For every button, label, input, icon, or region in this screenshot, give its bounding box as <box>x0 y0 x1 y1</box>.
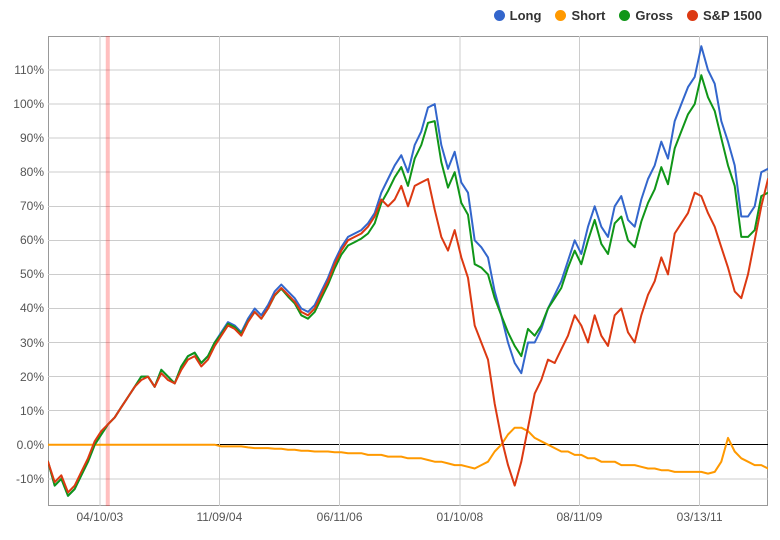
legend-swatch-icon <box>687 10 698 21</box>
y-tick-label: 60% <box>0 233 44 247</box>
chart-legend: Long Short Gross S&P 1500 <box>494 8 762 23</box>
y-tick-label: 90% <box>0 131 44 145</box>
y-tick-label: 40% <box>0 301 44 315</box>
y-tick-label: 50% <box>0 267 44 281</box>
series-line <box>48 428 768 474</box>
x-tick-label: 04/10/03 <box>76 510 123 524</box>
legend-item[interactable]: Gross <box>619 8 673 23</box>
plot-svg <box>48 36 768 506</box>
line-chart: Long Short Gross S&P 1500 -10% 0.0% 10% 20% 30%… <box>0 0 780 540</box>
x-tick-label: 03/13/11 <box>677 510 723 524</box>
legend-swatch-icon <box>619 10 630 21</box>
y-tick-label: 30% <box>0 336 44 350</box>
legend-label: S&P 1500 <box>703 8 762 23</box>
y-tick-label: 80% <box>0 165 44 179</box>
x-tick-label: 06/11/06 <box>317 510 363 524</box>
series-line <box>48 46 768 496</box>
legend-label: Gross <box>635 8 673 23</box>
legend-label: Long <box>510 8 542 23</box>
y-tick-label: -10% <box>0 472 44 486</box>
legend-item[interactable]: Long <box>494 8 542 23</box>
plot-area[interactable] <box>48 36 768 506</box>
y-tick-label: 20% <box>0 370 44 384</box>
x-tick-label: 08/11/09 <box>556 510 602 524</box>
y-tick-label: 70% <box>0 199 44 213</box>
legend-swatch-icon <box>555 10 566 21</box>
legend-item[interactable]: Short <box>555 8 605 23</box>
legend-label: Short <box>571 8 605 23</box>
legend-swatch-icon <box>494 10 505 21</box>
y-tick-label: 10% <box>0 404 44 418</box>
y-tick-label: 0.0% <box>0 438 44 452</box>
y-tick-label: 100% <box>0 97 44 111</box>
x-tick-label: 11/09/04 <box>196 510 242 524</box>
y-tick-label: 110% <box>0 63 44 77</box>
legend-item[interactable]: S&P 1500 <box>687 8 762 23</box>
x-tick-label: 01/10/08 <box>436 510 483 524</box>
